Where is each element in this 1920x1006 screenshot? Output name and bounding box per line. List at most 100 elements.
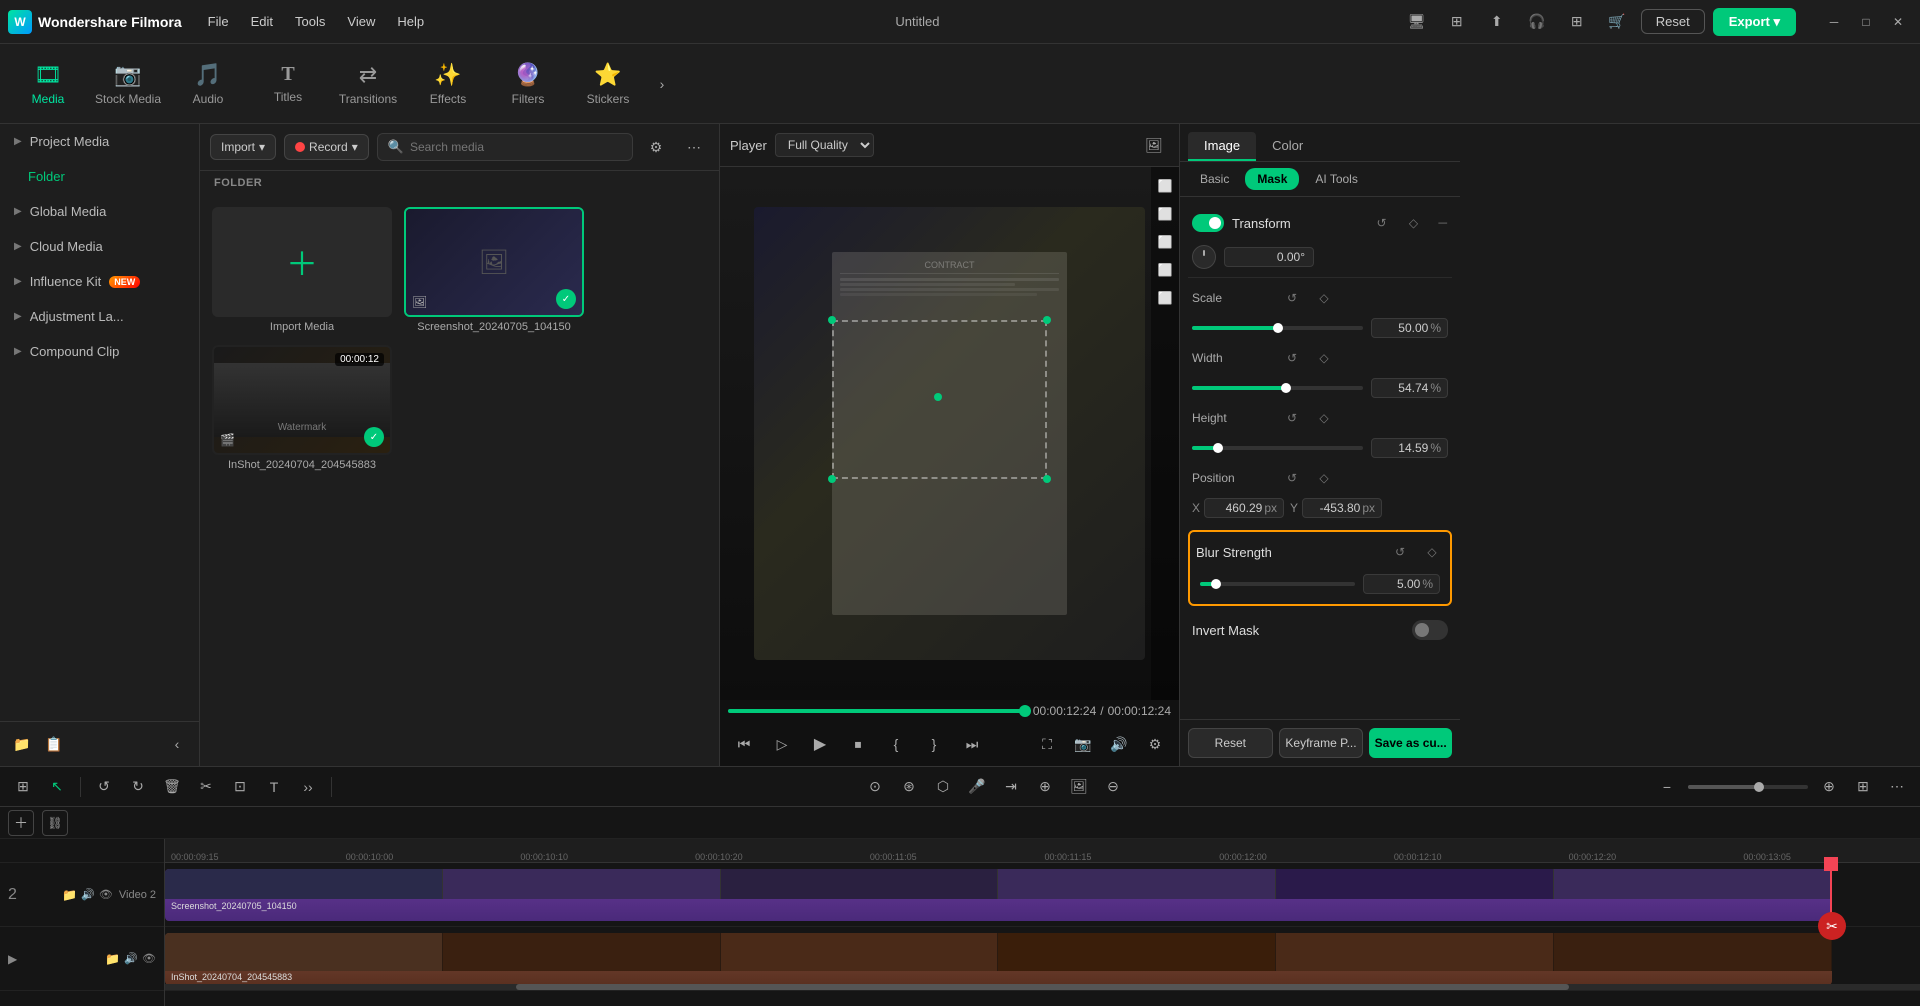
- menu-file[interactable]: File: [198, 10, 239, 33]
- rotation-wheel[interactable]: [1192, 245, 1216, 269]
- tl-minus-button[interactable]: ⊖: [1098, 772, 1128, 802]
- tl-snap-button[interactable]: ⊙: [860, 772, 890, 802]
- tab-image[interactable]: Image: [1188, 132, 1256, 161]
- import-button[interactable]: Import ▾: [210, 134, 276, 160]
- rotation-value[interactable]: 0.00°: [1224, 247, 1314, 267]
- sidebar-item-project-media[interactable]: ▶ Project Media: [0, 124, 199, 159]
- height-reset-icon[interactable]: ↺: [1280, 406, 1304, 430]
- tl-zoom-in-button[interactable]: ⊕: [1814, 772, 1844, 802]
- side-btn-3[interactable]: ⬜: [1154, 231, 1176, 253]
- grid-icon[interactable]: ⊞: [1441, 6, 1473, 38]
- tl-redo-button[interactable]: ↻: [123, 772, 153, 802]
- upload-icon[interactable]: ⬆: [1481, 6, 1513, 38]
- apps-icon[interactable]: ⊞: [1561, 6, 1593, 38]
- tl-undo-button[interactable]: ↺: [89, 772, 119, 802]
- tl-layout-button[interactable]: ⊞: [1848, 772, 1878, 802]
- cut-scissors-icon[interactable]: ✂: [1818, 912, 1846, 940]
- tab-color[interactable]: Color: [1256, 132, 1319, 161]
- sidebar-item-adjustment[interactable]: ▶ Adjustment La...: [0, 299, 199, 334]
- height-value-wrap[interactable]: 14.59 %: [1371, 438, 1448, 458]
- scale-keyframe-icon[interactable]: ◇: [1312, 286, 1336, 310]
- height-slider-wrap[interactable]: [1192, 446, 1363, 450]
- blur-reset-icon[interactable]: ↺: [1388, 540, 1412, 564]
- skip-forward-button[interactable]: ⏭: [956, 728, 988, 760]
- frame-back-button[interactable]: ▷: [766, 728, 798, 760]
- media-item-screenshot[interactable]: 🖼 ✓ 🖼 Screenshot_20240705_104150: [404, 207, 584, 333]
- blur-keyframe-icon[interactable]: ◇: [1420, 540, 1444, 564]
- tl-crop-button[interactable]: ⊡: [225, 772, 255, 802]
- cart-icon[interactable]: 🛒: [1601, 6, 1633, 38]
- minimize-button[interactable]: ─: [1820, 8, 1848, 36]
- media-item-video[interactable]: 00:00:12 Watermark ✓ 🎬 InShot_20240704_2…: [212, 345, 392, 471]
- mark-in-button[interactable]: {: [880, 728, 912, 760]
- tl-extract-button[interactable]: ⇥: [996, 772, 1026, 802]
- width-handle[interactable]: [1281, 383, 1291, 393]
- collapse-sidebar-button[interactable]: ‹: [163, 730, 191, 758]
- volume-button[interactable]: 🔊: [1103, 728, 1135, 760]
- scale-slider[interactable]: [1192, 326, 1363, 330]
- toolbar-more-button[interactable]: ›: [648, 48, 676, 120]
- tl-text-button[interactable]: T: [259, 772, 289, 802]
- tl-zoom-handle[interactable]: [1754, 782, 1764, 792]
- search-input[interactable]: [410, 140, 622, 154]
- width-reset-icon[interactable]: ↺: [1280, 346, 1304, 370]
- height-handle[interactable]: [1213, 443, 1223, 453]
- side-btn-5[interactable]: ⬜: [1154, 287, 1176, 309]
- more-options-button[interactable]: ⋯: [679, 132, 709, 162]
- add-track-button[interactable]: ＋: [8, 810, 34, 836]
- screenshot-button[interactable]: 📷: [1067, 728, 1099, 760]
- record-button[interactable]: Record ▾: [284, 134, 369, 160]
- subtab-mask[interactable]: Mask: [1245, 168, 1299, 190]
- sidebar-item-cloud-media[interactable]: ▶ Cloud Media: [0, 229, 199, 264]
- scale-reset-icon[interactable]: ↺: [1280, 286, 1304, 310]
- clip-video[interactable]: InShot_20240704_204545883: [165, 933, 1832, 985]
- position-keyframe-icon[interactable]: ◇: [1312, 466, 1336, 490]
- h-scrollbar[interactable]: [165, 984, 1920, 990]
- tl-grid-button[interactable]: ⊞: [8, 772, 38, 802]
- transform-toggle[interactable]: [1192, 214, 1224, 232]
- tl-more-button[interactable]: ››: [293, 772, 323, 802]
- login-button[interactable]: Reset: [1641, 9, 1705, 34]
- track-1-visibility-icon[interactable]: 👁: [142, 952, 156, 966]
- y-value-wrap[interactable]: -453.80 px: [1302, 498, 1382, 518]
- play-button[interactable]: ▶: [804, 728, 836, 760]
- sidebar-item-influence-kit[interactable]: ▶ Influence Kit NEW: [0, 264, 199, 299]
- invert-mask-toggle[interactable]: [1412, 620, 1448, 640]
- subtab-ai-tools[interactable]: AI Tools: [1303, 168, 1369, 190]
- menu-view[interactable]: View: [337, 10, 385, 33]
- keyframe-button[interactable]: Keyframe P...: [1279, 728, 1364, 758]
- tl-img-button[interactable]: 🖼: [1064, 772, 1094, 802]
- sidebar-item-folder[interactable]: Folder: [0, 159, 199, 194]
- tab-stock-media[interactable]: 📷 Stock Media: [88, 48, 168, 120]
- height-keyframe-icon[interactable]: ◇: [1312, 406, 1336, 430]
- transform-collapse-icon[interactable]: −: [1437, 213, 1448, 234]
- progress-handle[interactable]: [1019, 705, 1031, 717]
- position-reset-icon[interactable]: ↺: [1280, 466, 1304, 490]
- export-button[interactable]: Export ▾: [1713, 8, 1796, 36]
- import-thumb[interactable]: ＋: [212, 207, 392, 317]
- tab-filters[interactable]: 🔮 Filters: [488, 48, 568, 120]
- blur-value-wrap[interactable]: 5.00 %: [1363, 574, 1440, 594]
- menu-edit[interactable]: Edit: [241, 10, 283, 33]
- new-folder-button[interactable]: 📁: [8, 730, 36, 758]
- tl-cut-button[interactable]: ✂: [191, 772, 221, 802]
- height-slider[interactable]: [1192, 446, 1363, 450]
- settings-button[interactable]: ⚙: [1139, 728, 1171, 760]
- side-btn-2[interactable]: ⬜: [1154, 203, 1176, 225]
- tab-media[interactable]: 🎞 Media: [8, 48, 88, 120]
- maximize-button[interactable]: □: [1852, 8, 1880, 36]
- media-thumb-video[interactable]: 00:00:12 Watermark ✓ 🎬: [212, 345, 392, 455]
- stop-button[interactable]: ⏹: [842, 728, 874, 760]
- menu-help[interactable]: Help: [387, 10, 434, 33]
- tl-shield-button[interactable]: ⬡: [928, 772, 958, 802]
- width-value-wrap[interactable]: 54.74 %: [1371, 378, 1448, 398]
- width-slider[interactable]: [1192, 386, 1363, 390]
- filter-button[interactable]: ⚙: [641, 132, 671, 162]
- sidebar-item-global-media[interactable]: ▶ Global Media: [0, 194, 199, 229]
- headset-icon[interactable]: 🎧: [1521, 6, 1553, 38]
- clip-screenshot[interactable]: Screenshot_20240705_104150: [165, 869, 1832, 921]
- tab-effects[interactable]: ✨ Effects: [408, 48, 488, 120]
- width-slider-wrap[interactable]: [1192, 386, 1363, 390]
- close-button[interactable]: ✕: [1884, 8, 1912, 36]
- transform-reset-icon[interactable]: ↺: [1369, 211, 1393, 235]
